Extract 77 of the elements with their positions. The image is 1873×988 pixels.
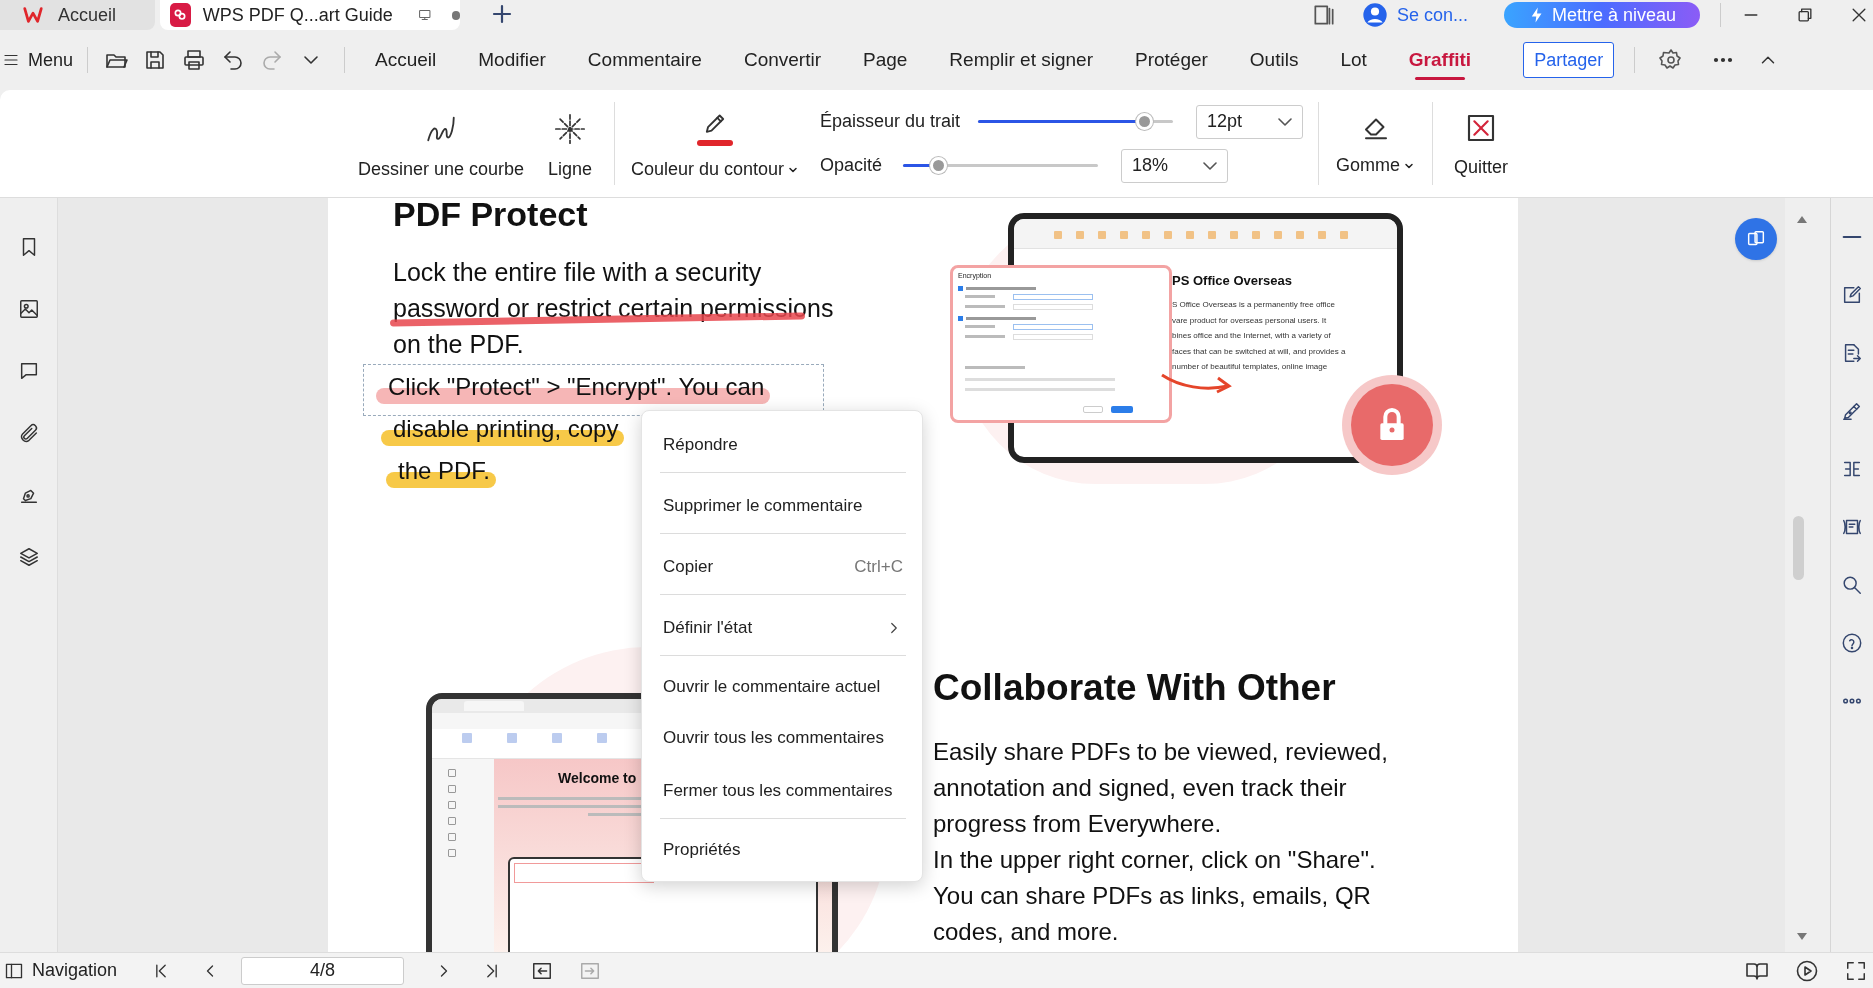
menu-button[interactable]: Menu <box>0 46 74 74</box>
slider-thumb[interactable] <box>1135 113 1153 130</box>
ribbon-tab[interactable]: Convertir <box>743 40 821 80</box>
quit-button[interactable]: Quitter <box>1433 90 1529 197</box>
w-logo-icon <box>22 4 44 26</box>
ribbon-tab[interactable]: Outils <box>1249 40 1299 80</box>
dialog-button-shape <box>1111 406 1133 413</box>
tab-label: WPS PDF Q...art Guide <box>202 3 393 27</box>
section-heading: Collaborate With Other <box>933 666 1336 710</box>
paragraph: In the upper right corner, click on "Share". You can share PDFs as links, emails, QR codes, and more. <box>933 845 1376 947</box>
ribbon-tab[interactable]: Graffiti <box>1408 40 1472 80</box>
image-icon[interactable] <box>17 298 40 320</box>
search-icon[interactable] <box>1841 574 1863 596</box>
sign-in-link[interactable]: Se con... <box>1396 1 1468 29</box>
close-box-icon <box>1465 112 1497 144</box>
slider-thumb[interactable] <box>930 157 948 174</box>
title-tab[interactable]: Accueil <box>0 0 155 30</box>
draw-curve-button[interactable]: Dessiner une courbe <box>356 90 526 197</box>
help-icon[interactable] <box>1841 632 1863 654</box>
opacity-slider[interactable] <box>903 157 1098 174</box>
opacity-label: Opacité <box>820 154 884 177</box>
page-number-field[interactable]: 4/8 <box>241 956 405 985</box>
new-tab-icon[interactable] <box>490 2 514 26</box>
print-icon[interactable] <box>182 48 207 72</box>
play-icon[interactable] <box>1795 958 1819 983</box>
thickness-slider[interactable] <box>978 113 1173 130</box>
comment-text: Click "Protect" > "Encrypt". You can <box>388 373 765 400</box>
opacity-dropdown[interactable]: 18% <box>1121 148 1228 183</box>
floating-action-button[interactable] <box>1735 218 1777 260</box>
settings-icon[interactable] <box>1659 48 1684 72</box>
screenshot-paragraph: S Office Overseas is a permanently free office vare product for overseas personal users. It bines office and the Internet, with a variety of faces that can be switched at will, and provides a number of beautiful templates, online image <box>1172 299 1346 373</box>
shortcut-text: Ctrl+C <box>854 555 903 578</box>
layers-icon[interactable] <box>17 546 40 568</box>
menu-item[interactable]: Supprimer le commentaire <box>660 478 906 534</box>
menu-item[interactable]: Ouvrir tous les commentaires <box>660 712 906 763</box>
paragraph: Easily share PDFs to be viewed, reviewed, annotation and signed, even track their progress from Everywhere. <box>933 737 1388 839</box>
sparkle-icon <box>553 112 587 146</box>
menu-item[interactable]: Définir l'état <box>660 600 906 656</box>
eraser-button[interactable]: Gomme <box>1319 90 1432 197</box>
upgrade-button[interactable]: Mettre à niveau <box>1504 2 1700 28</box>
ribbon-tab[interactable]: Lot <box>1340 40 1367 80</box>
menu-item[interactable]: Ouvrir le commentaire actuel <box>660 661 906 712</box>
ribbon-tab[interactable]: Modifier <box>478 40 546 80</box>
ribbon-tab[interactable]: Page <box>863 40 908 80</box>
scrollbar-thumb[interactable] <box>1793 516 1804 580</box>
title-tab[interactable]: WPS PDF Q...art Guide <box>160 0 460 30</box>
page-heading: PDF Protect <box>393 198 588 234</box>
pen-nib-icon[interactable] <box>1841 400 1863 422</box>
thickness-dropdown[interactable]: 12pt <box>1196 104 1303 139</box>
checkbox-icon <box>958 286 963 291</box>
checkbox-icon <box>958 316 963 321</box>
tab-label: Accueil <box>58 3 117 27</box>
ribbon-tab[interactable]: Commentaire <box>587 40 702 80</box>
navigation-button[interactable]: Navigation <box>4 957 118 984</box>
menu-item[interactable]: Répondre <box>660 417 906 473</box>
page-number: 4/8 <box>310 959 336 982</box>
line-button[interactable]: Ligne <box>526 90 614 197</box>
scroll-down-arrow[interactable] <box>1797 933 1807 940</box>
ribbon-tab[interactable]: Accueil <box>375 40 437 80</box>
screenshot-heading: Welcome to <box>558 769 637 788</box>
chevron-down-icon <box>1278 117 1292 126</box>
scroll-up-arrow[interactable] <box>1797 216 1807 223</box>
edit-icon[interactable] <box>1841 284 1863 306</box>
chevron-down-icon <box>1203 161 1217 170</box>
user-avatar-icon[interactable] <box>1360 1 1389 29</box>
fullscreen-icon[interactable] <box>1845 959 1867 982</box>
screenshot-heading: PS Office Overseas <box>1172 272 1292 290</box>
menu-item[interactable]: Propriétés <box>660 824 906 875</box>
ribbon-tab[interactable]: Protéger <box>1134 40 1208 80</box>
share-button[interactable]: Partager <box>1523 42 1615 78</box>
dialog-button-shape <box>1083 406 1103 413</box>
thickness-label: Épaisseur du trait <box>820 110 962 133</box>
curved-arrow <box>1160 371 1232 395</box>
menu-item[interactable]: Fermer tous les commentaires <box>660 763 906 819</box>
ribbon-tab[interactable]: Remplir et signer <box>949 40 1093 80</box>
menu-item[interactable]: Copier Ctrl+C <box>660 539 906 595</box>
contour-color-button[interactable]: Couleur du contour <box>615 90 815 197</box>
